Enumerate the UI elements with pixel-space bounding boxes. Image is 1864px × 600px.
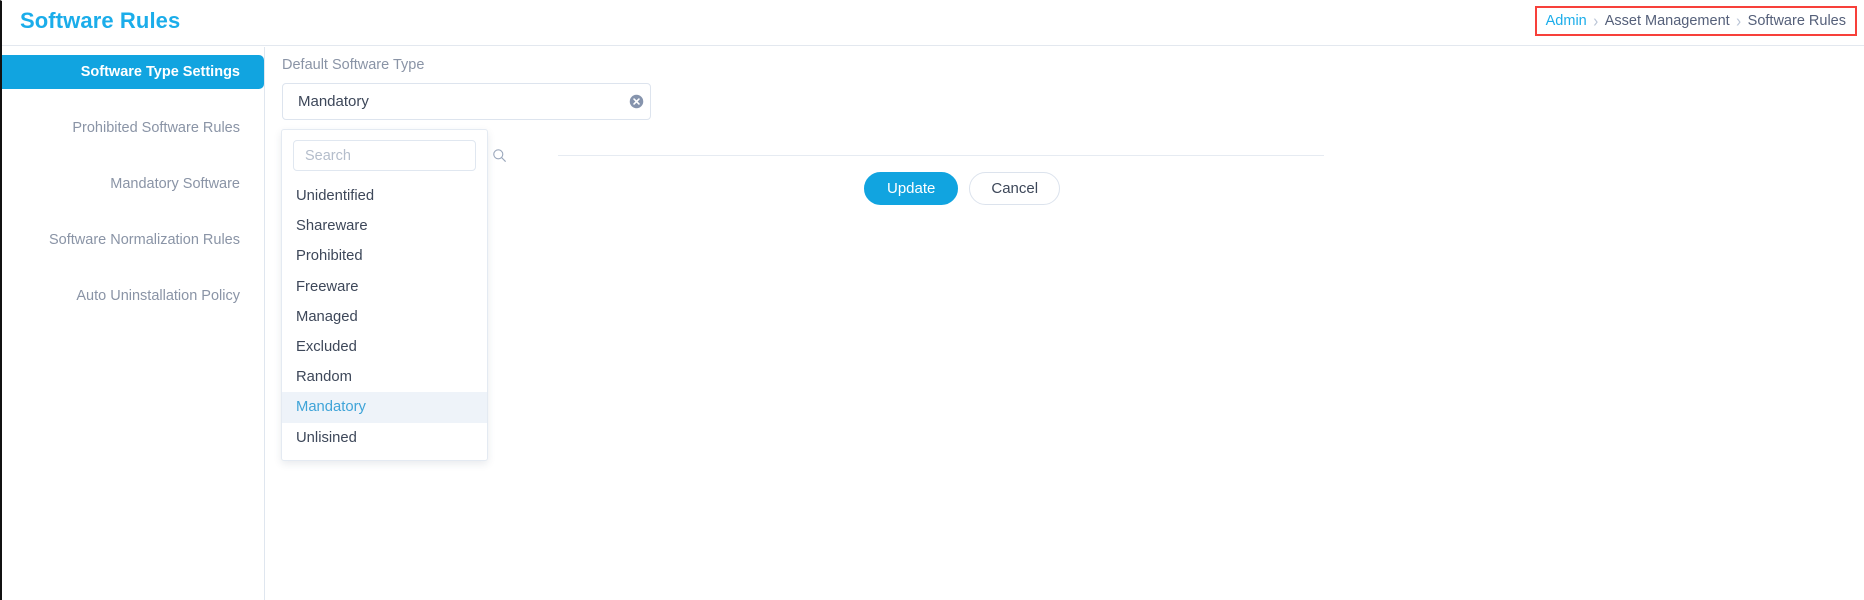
- sidebar-item-label: Mandatory Software: [110, 176, 240, 192]
- breadcrumb-item-asset-management[interactable]: Asset Management: [1605, 14, 1730, 29]
- update-button[interactable]: Update: [864, 172, 959, 205]
- select-selected-value: Mandatory: [298, 93, 369, 110]
- sidebar-item-label: Auto Uninstallation Policy: [76, 288, 240, 304]
- dropdown-option-random[interactable]: Random: [282, 362, 487, 392]
- dropdown-search-field[interactable]: [293, 140, 506, 171]
- page-title: Software Rules: [20, 8, 181, 33]
- dropdown-option-freeware[interactable]: Freeware: [282, 272, 487, 302]
- default-software-type-select[interactable]: Mandatory: [282, 83, 651, 120]
- search-input[interactable]: [294, 147, 492, 164]
- dropdown-option-label: Managed: [296, 308, 358, 325]
- page-header: Software Rules Admin › Asset Management …: [2, 1, 1864, 46]
- main-content: Default Software Type Mandatory Update C…: [266, 47, 1864, 600]
- dropdown-option-shareware[interactable]: Shareware: [282, 211, 487, 241]
- dropdown-option-excluded[interactable]: Excluded: [282, 332, 487, 362]
- dropdown-option-label: Mandatory: [296, 399, 366, 416]
- dropdown-option-label: Shareware: [296, 218, 368, 235]
- form-actions: Update Cancel: [864, 172, 1061, 205]
- sidebar-item-software-normalization-rules[interactable]: Software Normalization Rules: [2, 223, 264, 257]
- sidebar: Software Type Settings Prohibited Softwa…: [2, 47, 265, 600]
- sidebar-item-label: Prohibited Software Rules: [72, 120, 240, 136]
- cancel-button[interactable]: Cancel: [969, 172, 1061, 205]
- dropdown-option-label: Freeware: [296, 278, 359, 295]
- sidebar-item-label: Software Type Settings: [80, 64, 240, 80]
- clear-circle-icon[interactable]: [622, 83, 650, 120]
- dropdown-option-label: Excluded: [296, 339, 357, 356]
- dropdown-option-prohibited[interactable]: Prohibited: [282, 241, 487, 271]
- sidebar-item-mandatory-software[interactable]: Mandatory Software: [2, 167, 264, 201]
- breadcrumb-item-admin[interactable]: Admin: [1546, 14, 1587, 29]
- magnifier-icon: [492, 140, 507, 171]
- dropdown-option-label: Unlisined: [296, 429, 357, 446]
- breadcrumb-separator-icon: ›: [1736, 11, 1742, 31]
- sidebar-item-label: Software Normalization Rules: [49, 232, 240, 248]
- app-page: Software Rules Admin › Asset Management …: [0, 0, 1864, 600]
- breadcrumb-separator-icon: ›: [1593, 11, 1599, 31]
- dropdown-option-label: Random: [296, 369, 352, 386]
- dropdown-option-unidentified[interactable]: Unidentified: [282, 181, 487, 211]
- dropdown-option-unlisined[interactable]: Unlisined: [282, 423, 487, 453]
- default-software-type-label: Default Software Type: [282, 57, 425, 73]
- breadcrumb-item-software-rules: Software Rules: [1747, 12, 1846, 29]
- sidebar-item-auto-uninstallation-policy[interactable]: Auto Uninstallation Policy: [2, 279, 264, 313]
- section-divider: [558, 155, 1324, 156]
- dropdown-option-label: Prohibited: [296, 248, 363, 265]
- dropdown-option-label: Unidentified: [296, 188, 375, 205]
- dropdown-option-managed[interactable]: Managed: [282, 302, 487, 332]
- software-type-dropdown: Unidentified Shareware Prohibited Freewa…: [281, 129, 506, 461]
- sidebar-item-software-type-settings[interactable]: Software Type Settings: [2, 55, 264, 89]
- sidebar-item-prohibited-software-rules[interactable]: Prohibited Software Rules: [2, 111, 264, 145]
- dropdown-option-mandatory[interactable]: Mandatory: [282, 392, 487, 423]
- breadcrumb: Admin › Asset Management › Software Rule…: [1534, 6, 1857, 36]
